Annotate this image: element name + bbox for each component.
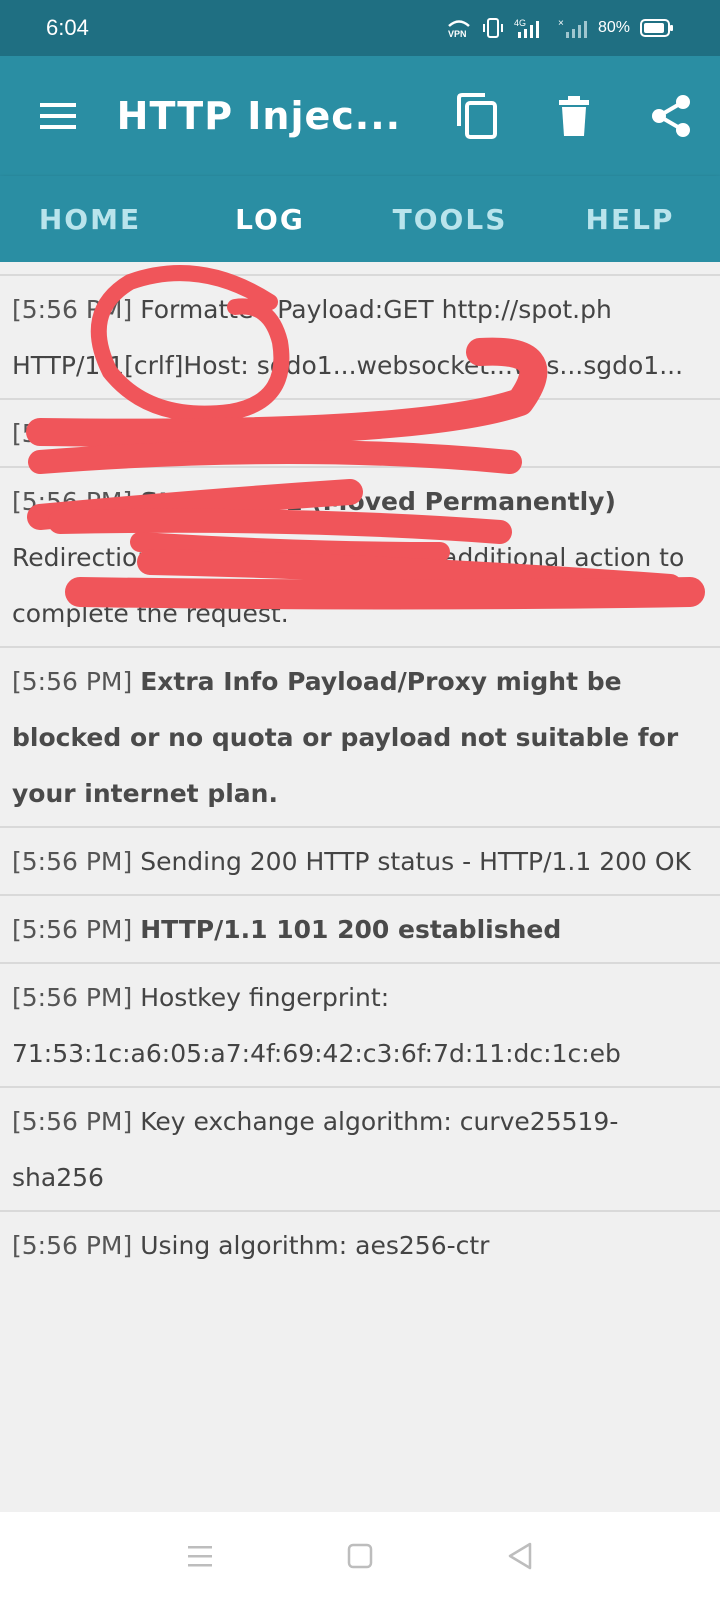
svg-text:VPN: VPN <box>448 29 467 39</box>
log-entry: [5:56 PM] HTTP/1.1 101 200 established <box>0 894 720 962</box>
copy-icon <box>456 93 497 139</box>
back-button[interactable] <box>490 1526 550 1586</box>
recents-icon <box>188 1546 212 1567</box>
share-button[interactable] <box>623 66 720 166</box>
system-nav-bar <box>0 1512 720 1600</box>
log-timestamp: [5:56 PM] <box>12 1231 133 1260</box>
tab-home[interactable]: HOME <box>0 176 180 262</box>
log-list[interactable]: [5:56 PM] Formatted Payload:GET http://s… <box>0 262 720 1512</box>
trash-icon <box>559 96 590 136</box>
signal-4g-icon: 4G <box>514 17 548 39</box>
log-timestamp: [5:56 PM] <box>12 667 133 696</box>
log-timestamp: [5:56 PM] <box>12 295 133 324</box>
battery-icon <box>640 18 674 38</box>
home-button[interactable] <box>330 1526 390 1586</box>
menu-button[interactable] <box>0 56 117 176</box>
tab-bar: HOME LOG TOOLS HELP <box>0 176 720 262</box>
tab-log[interactable]: LOG <box>180 176 360 262</box>
copy-button[interactable] <box>428 66 525 166</box>
log-timestamp: [5:56 PM] <box>12 487 133 516</box>
app-title: HTTP Injec... <box>116 94 402 138</box>
tab-tools[interactable]: TOOLS <box>360 176 540 262</box>
log-entry: [5:56 PM] Using algorithm: aes256-ctr <box>0 1210 720 1278</box>
app-bar: HTTP Injec... <box>0 56 720 176</box>
log-entry: [5:56 PM] Formatted Payload:GET http://s… <box>0 274 720 398</box>
log-timestamp: [5:56 PM] <box>12 915 133 944</box>
vibrate-icon <box>482 17 504 39</box>
log-entry <box>0 262 720 274</box>
log-entry: [5:56 PM] Status: 301 (Moved Permanently… <box>0 466 720 646</box>
share-icon <box>652 95 691 137</box>
status-time: 6:04 <box>46 15 89 40</box>
delete-button[interactable] <box>526 66 623 166</box>
status-icons: VPN 4G × 80% <box>446 17 674 39</box>
log-entry: [5:56 PM] Hostkey fingerprint: 71:53:1c:… <box>0 962 720 1086</box>
log-message: Injecting <box>140 419 248 448</box>
tab-help[interactable]: HELP <box>540 176 720 262</box>
log-entry: [5:56 PM] Key exchange algorithm: curve2… <box>0 1086 720 1210</box>
log-timestamp: [5:56 PM] <box>12 847 133 876</box>
recents-button[interactable] <box>170 1526 230 1586</box>
log-message-detail: Redirection - The client must take addit… <box>12 543 685 628</box>
back-triangle-icon <box>508 1542 532 1570</box>
signal-no-service-icon: × <box>558 17 588 39</box>
log-timestamp: [5:56 PM] <box>12 1107 133 1136</box>
status-bar: 6:04 VPN 4G × 80% <box>0 0 720 56</box>
svg-text:×: × <box>558 18 564 29</box>
menu-icon <box>40 103 77 129</box>
log-message: Status: 301 (Moved Permanently) <box>140 487 616 516</box>
battery-percent: 80% <box>597 19 630 36</box>
log-timestamp: [5:56 PM] <box>12 419 133 448</box>
log-entry: [5:56 PM] Sending 200 HTTP status - HTTP… <box>0 826 720 894</box>
log-timestamp: [5:56 PM] <box>12 983 133 1012</box>
log-message: HTTP/1.1 101 200 established <box>140 915 562 944</box>
vpn-icon: VPN <box>446 17 472 39</box>
svg-text:4G: 4G <box>514 18 526 28</box>
log-message: Sending 200 HTTP status - HTTP/1.1 200 O… <box>140 847 691 876</box>
log-message: Using algorithm: aes256-ctr <box>140 1231 490 1260</box>
log-entry: [5:56 PM] Extra Info Payload/Proxy might… <box>0 646 720 826</box>
log-entry: [5:56 PM] Injecting <box>0 398 720 466</box>
home-square-icon <box>347 1543 373 1569</box>
